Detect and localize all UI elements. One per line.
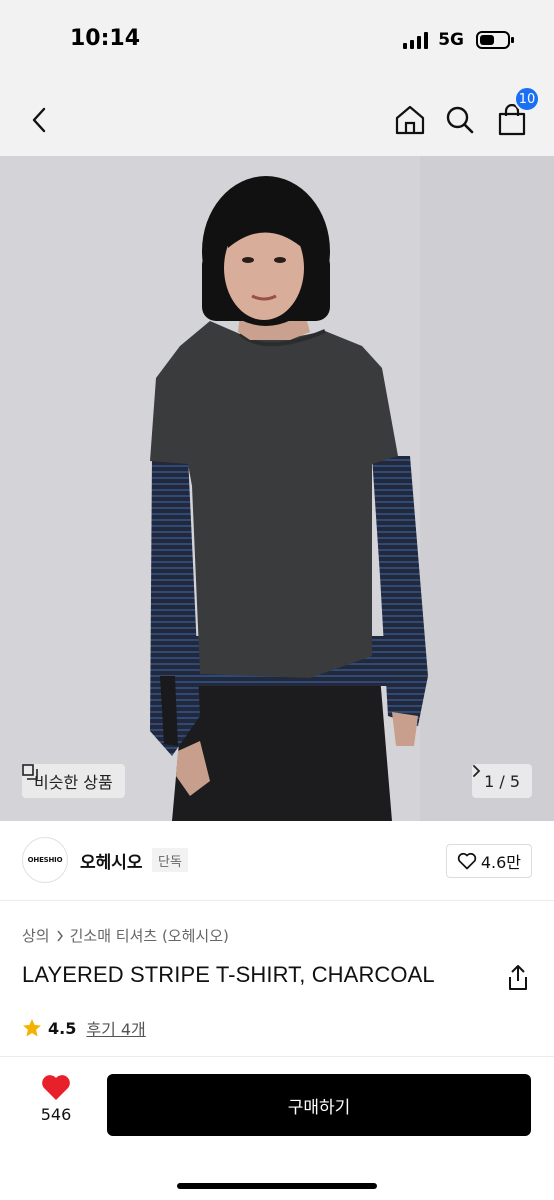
home-icon [395,105,425,135]
rating-row: 4.5 후기 4개 [22,1016,146,1040]
network-label: 5G [438,30,464,50]
status-indicators: 5G [403,30,514,50]
product-image-carousel[interactable]: 비슷한 상품 1 / 5 [0,156,554,821]
wishlist-button[interactable]: 546 [28,1073,84,1137]
star-icon [23,1019,41,1037]
image-page-indicator[interactable]: 1 / 5 [472,764,532,798]
heart-outline-icon [457,852,477,870]
exclusive-badge: 단독 [152,848,188,872]
share-button[interactable] [506,964,530,992]
reviews-link[interactable]: 후기 4개 [86,1016,145,1040]
wishlist-count: 546 [40,1105,72,1124]
buy-button[interactable]: 구매하기 [107,1074,531,1136]
signal-bars-icon [403,31,429,49]
cart-button[interactable]: 10 [492,86,540,140]
brand-row: OHESHIO 오헤시오 단독 4.6만 [0,821,554,901]
rating-value: 4.5 [48,1018,77,1038]
chevron-right-icon [57,930,63,941]
brand-logo-text: OHESHIO [27,856,63,864]
search-icon [446,106,474,134]
product-title: LAYERED STRIPE T-SHIRT, CHARCOAL [22,962,435,987]
brand-like-button[interactable]: 4.6만 [445,844,532,878]
product-photo [0,156,554,821]
brand-name[interactable]: 오헤시오 [80,848,143,873]
brand-logo[interactable]: OHESHIO [22,837,68,883]
top-nav-bar: 10 [0,84,554,156]
search-button[interactable] [440,100,480,140]
heart-filled-icon [42,1075,70,1100]
share-icon [509,965,527,990]
page-indicator-text: 1 / 5 [484,771,520,791]
copy-icon [22,764,38,780]
home-indicator [177,1183,377,1189]
status-time: 10:14 [70,26,141,51]
home-button[interactable] [390,100,430,140]
battery-icon [476,31,514,49]
breadcrumb-item[interactable]: 상의 [22,925,50,946]
breadcrumb-item[interactable]: 긴소매 티셔츠 (오헤시오) [70,925,229,946]
similar-products-label: 비슷한 상품 [34,773,113,792]
breadcrumb: 상의 긴소매 티셔츠 (오헤시오) [22,925,229,946]
status-bar: 10:14 5G [0,0,554,84]
bottom-action-bar: 546 구매하기 [0,1056,554,1200]
chevron-right-icon [473,765,481,777]
brand-like-count: 4.6만 [480,853,521,872]
back-button[interactable] [20,100,60,140]
back-chevron-icon [32,107,46,133]
similar-products-button[interactable]: 비슷한 상품 [22,764,125,798]
cart-count-badge: 10 [514,86,540,112]
